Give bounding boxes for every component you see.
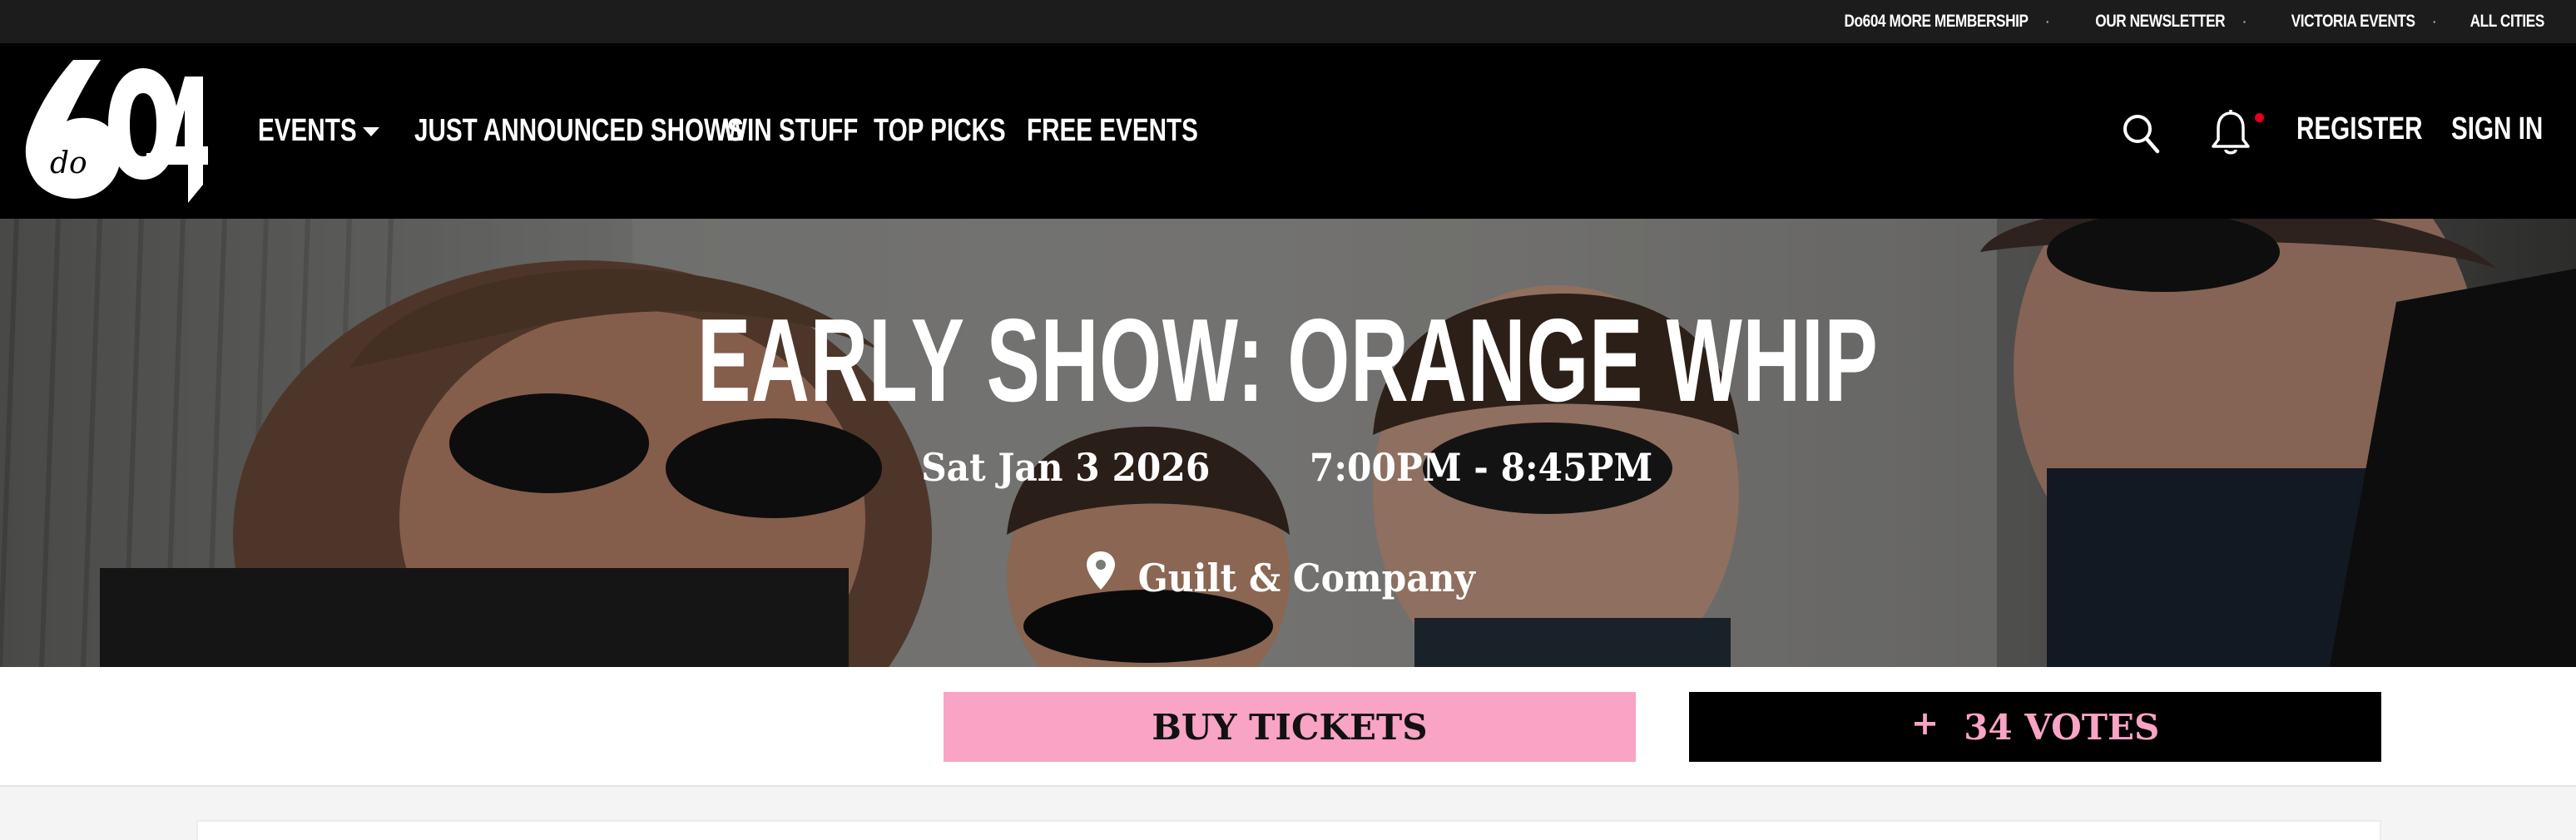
location-pin-icon	[1086, 551, 1115, 590]
register-link[interactable]: REGISTER	[2296, 111, 2423, 147]
all-cities-link[interactable]: ALL CITIES	[2470, 12, 2545, 32]
do604-logo[interactable]: do	[22, 60, 208, 203]
action-bar: BUY TICKETS + 34 VOTES	[0, 667, 2576, 787]
separator: ·	[2242, 12, 2247, 31]
nav-item-events[interactable]: EVENTS	[258, 106, 384, 156]
content-area	[0, 787, 2576, 840]
nav-top-picks-link[interactable]: TOP PICKS	[874, 113, 1006, 149]
utility-bar: Do604 MORE MEMBERSHIP · OUR NEWSLETTER ·…	[0, 0, 2576, 43]
content-card	[196, 820, 2381, 840]
main-nav: do EVENTS JUST ANNOUNCED SHOWS WIN STUFF…	[0, 43, 2576, 219]
venue-name[interactable]: Guilt & Company	[1137, 556, 1474, 600]
search-icon[interactable]	[2122, 113, 2160, 155]
primary-nav: EVENTS JUST ANNOUNCED SHOWS WIN STUFF TO…	[258, 43, 1218, 219]
membership-link[interactable]: Do604 MORE MEMBERSHIP	[1844, 12, 2028, 32]
nav-item-win-stuff[interactable]: WIN STUFF	[724, 106, 880, 156]
event-hero: EARLY SHOW: ORANGE WHIP Sat Jan 3 2026 7…	[0, 219, 2576, 667]
victoria-events-link[interactable]: VICTORIA EVENTS	[2291, 12, 2415, 32]
separator: ·	[2044, 12, 2050, 31]
nav-item-free-events[interactable]: FREE EVENTS	[1027, 106, 1218, 156]
newsletter-link[interactable]: OUR NEWSLETTER	[2095, 12, 2225, 32]
nav-just-announced-link[interactable]: JUST ANNOUNCED SHOWS	[414, 113, 744, 149]
event-date: Sat Jan 3 2026	[921, 445, 1211, 490]
nav-win-stuff-link[interactable]: WIN STUFF	[724, 113, 858, 149]
separator: ·	[2431, 12, 2438, 31]
event-datetime: Sat Jan 3 2026 7:00PM - 8:45PM	[0, 445, 2576, 495]
signin-link[interactable]: SIGN IN	[2451, 111, 2543, 147]
vote-count-label: 34 VOTES	[1964, 706, 2160, 748]
nav-item-top-picks[interactable]: TOP PICKS	[874, 106, 1028, 156]
vote-button[interactable]: + 34 VOTES	[1689, 692, 2381, 762]
event-venue[interactable]: Guilt & Company	[0, 551, 2576, 603]
plus-icon: +	[1910, 704, 1939, 743]
bell-icon[interactable]	[2210, 110, 2252, 156]
event-time: 7:00PM - 8:45PM	[1309, 445, 1652, 490]
buy-tickets-button[interactable]: BUY TICKETS	[944, 692, 1636, 762]
logo-icon: do	[25, 60, 208, 203]
nav-free-events-link[interactable]: FREE EVENTS	[1027, 113, 1198, 149]
event-title: EARLY SHOW: ORANGE WHIP	[697, 294, 1879, 427]
nav-item-just-announced[interactable]: JUST ANNOUNCED SHOWS	[414, 106, 744, 156]
chevron-down-icon[interactable]	[363, 126, 379, 136]
nav-events-link[interactable]: EVENTS	[258, 113, 357, 149]
svg-text:do: do	[50, 146, 87, 180]
notification-badge	[2255, 113, 2264, 122]
utility-links: Do604 MORE MEMBERSHIP · OUR NEWSLETTER ·…	[1804, 12, 2544, 32]
